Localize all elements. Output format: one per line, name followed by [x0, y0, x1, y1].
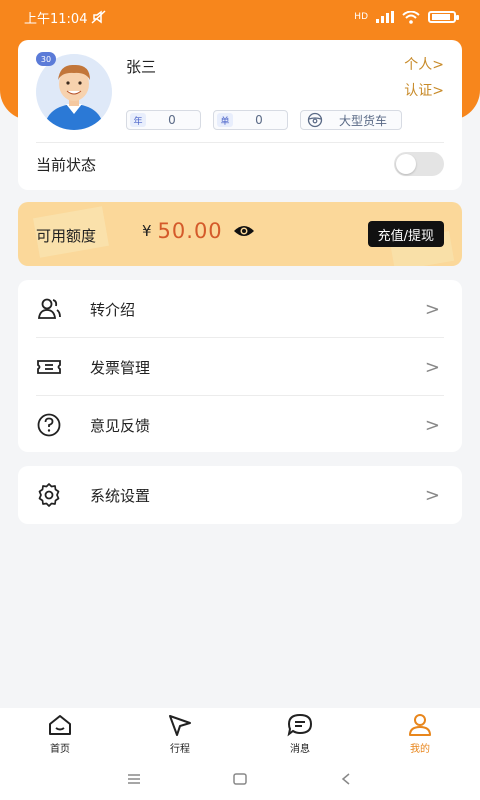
- navigation-icon: [169, 715, 191, 736]
- menu-label: 发票管理: [90, 358, 151, 377]
- chevron-right-icon: >: [424, 484, 440, 506]
- vehicle-type: 大型货车: [339, 113, 388, 128]
- settings-card: 系统设置 >: [18, 466, 462, 524]
- menu-item-settings[interactable]: 系统设置 >: [18, 466, 462, 524]
- tab-label: 行程: [170, 744, 190, 755]
- signal-label: HD: [354, 12, 368, 22]
- vehicle-chip: 大型货车: [300, 110, 403, 130]
- year-chip: 年 0: [126, 110, 201, 130]
- profile-card: 30 张三 个人> 认证> 年 0 单 0 大型货车 当前状态: [18, 40, 462, 190]
- order-chip: 单 0: [213, 110, 288, 130]
- wifi-icon: [402, 10, 420, 24]
- year-value: 0: [168, 113, 176, 127]
- order-tag: 单: [217, 113, 233, 127]
- tab-home[interactable]: 首页: [0, 713, 120, 755]
- recharge-withdraw-button[interactable]: 充值/提现: [367, 221, 444, 247]
- personal-link[interactable]: 个人>: [404, 54, 444, 74]
- current-status-label: 当前状态: [36, 156, 97, 174]
- message-icon: [287, 713, 313, 737]
- users-icon: [37, 298, 61, 319]
- status-time: 上午11:04: [24, 11, 88, 27]
- bottom-tab-bar: 首页 行程 消息 我的: [0, 708, 480, 760]
- menu-item-referral[interactable]: 转介绍 >: [18, 280, 462, 338]
- question-icon: [37, 413, 61, 437]
- balance-label: 可用额度: [36, 227, 97, 245]
- nav-home-button[interactable]: [232, 771, 248, 790]
- balance-card: 可用额度 ¥ 50.00 充值/提现: [18, 202, 462, 266]
- nav-menu-button[interactable]: [126, 771, 142, 790]
- user-name: 张三: [126, 58, 157, 76]
- user-icon: [409, 714, 431, 736]
- order-value: 0: [255, 113, 263, 127]
- menu-label: 系统设置: [90, 486, 151, 505]
- gear-icon: [38, 483, 60, 507]
- balance-amount: ¥ 50.00: [142, 219, 255, 243]
- menu-item-invoice[interactable]: 发票管理 >: [18, 338, 462, 396]
- system-nav-bar: [0, 760, 480, 800]
- currency-symbol: ¥: [142, 222, 152, 240]
- amount-value: 50.00: [157, 219, 223, 243]
- steering-wheel-icon: [307, 112, 323, 128]
- battery-icon: [428, 11, 459, 23]
- tab-messages[interactable]: 消息: [240, 713, 360, 755]
- back-icon: [341, 772, 350, 785]
- toggle-knob: [396, 154, 416, 174]
- age-badge: 30: [36, 52, 56, 66]
- menu-label: 意见反馈: [90, 416, 151, 435]
- verify-link[interactable]: 认证>: [404, 80, 444, 100]
- menu-label: 转介绍: [90, 300, 136, 319]
- menu-icon: [128, 773, 140, 784]
- ticket-icon: [37, 360, 61, 374]
- divider: [36, 142, 444, 143]
- menu-item-feedback[interactable]: 意见反馈 >: [18, 396, 462, 454]
- chevron-right-icon: >: [424, 298, 440, 320]
- eye-icon[interactable]: [233, 224, 255, 238]
- mute-icon: [91, 10, 106, 24]
- signal-icon: [376, 11, 394, 23]
- home-icon: [49, 715, 71, 735]
- tab-label: 我的: [410, 744, 430, 755]
- status-bar: 上午11:04 HD: [0, 0, 480, 34]
- tab-trips[interactable]: 行程: [120, 713, 240, 755]
- square-icon: [233, 772, 247, 785]
- menu-card: 转介绍 > 发票管理 > 意见反馈 >: [18, 280, 462, 452]
- tab-label: 首页: [50, 744, 70, 755]
- status-toggle[interactable]: [394, 152, 444, 176]
- chevron-right-icon: >: [424, 356, 440, 378]
- tab-label: 消息: [290, 744, 310, 755]
- nav-back-button[interactable]: [338, 771, 354, 790]
- profile-chips: 年 0 单 0 大型货车: [126, 110, 403, 130]
- chevron-right-icon: >: [424, 414, 440, 436]
- year-tag: 年: [130, 113, 146, 127]
- tab-profile[interactable]: 我的: [360, 713, 480, 755]
